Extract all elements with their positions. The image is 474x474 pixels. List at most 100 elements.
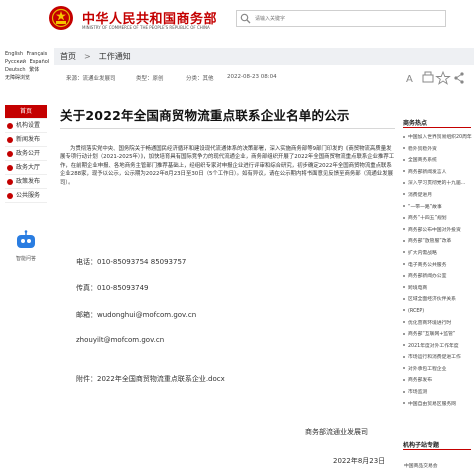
page: 中华人民共和国商务部 MINISTRY OF COMMERCE OF THE P… — [0, 0, 474, 474]
share-icon[interactable] — [454, 72, 464, 84]
hot-topic-label: 市场运行和消费促进工作 — [408, 355, 461, 361]
site-subtitle-en: MINISTRY OF COMMERCE OF THE PEOPLE'S REP… — [82, 25, 210, 30]
hot-topic-item[interactable]: 市场运行和消费促进工作 — [403, 352, 473, 364]
nav-label: 新闻发布 — [16, 135, 41, 143]
hot-topic-item[interactable]: 扩大内需战略 — [403, 248, 473, 260]
search-box[interactable] — [236, 10, 446, 27]
nav-organization[interactable]: 机构设置 — [5, 119, 47, 133]
meta-date: 2022-08-23 08:04 — [227, 74, 277, 80]
hot-topic-item[interactable]: 深入学习贯彻党的十九届... — [403, 178, 473, 190]
search-icon[interactable] — [240, 13, 251, 24]
hot-topic-item[interactable]: 跨境电商 — [403, 283, 473, 295]
hot-topic-label: 市场监测 — [408, 390, 428, 396]
bullet-icon — [403, 390, 405, 393]
breadcrumb: 首页 > 工作通知 — [54, 48, 474, 65]
hot-topic-item[interactable]: 消费促进月 — [403, 190, 473, 202]
font-size-icon[interactable]: A — [406, 74, 413, 85]
national-emblem-icon[interactable] — [48, 5, 74, 31]
smart-qa-label[interactable]: 智能问答 — [8, 255, 44, 262]
attachment-line: 附件：2022年全国商贸物流重点联系企业.docx — [76, 374, 225, 384]
hot-topic-item[interactable]: 商务部新闻办公室 — [403, 271, 473, 283]
print-icon[interactable] — [422, 71, 434, 83]
sub-sites-title: 机构子站专题 — [403, 442, 440, 449]
nav-policy[interactable]: 政策发布 — [5, 175, 47, 189]
breadcrumb-home[interactable]: 首页 — [60, 52, 76, 61]
hot-topic-item[interactable]: 2021年度对外工作年度 — [403, 341, 473, 353]
bullet-icon — [403, 181, 405, 184]
hot-topic-item[interactable]: 商务部发布 — [403, 375, 473, 387]
nav-label: 机构设置 — [16, 121, 41, 129]
nav-news[interactable]: 新闻发布 — [5, 133, 47, 147]
nav-label: 首页 — [19, 107, 32, 115]
accessibility-link[interactable]: 无障碍浏览 — [5, 74, 30, 82]
hot-topic-item[interactable]: 优化营商环境进行时 — [403, 318, 473, 330]
lang-russian[interactable]: Русский — [5, 58, 26, 66]
lang-traditional[interactable]: 繁体 — [29, 66, 39, 74]
hot-topic-label: 扩大内需战略 — [408, 250, 437, 256]
hot-topic-item[interactable]: (RCEP) — [403, 306, 473, 318]
fax-label: 传真： — [76, 284, 97, 292]
meta-source: 来源：流通业发展司 — [66, 76, 116, 82]
star-icon[interactable] — [435, 70, 451, 85]
hot-topic-item[interactable]: 对外承包工程企业 — [403, 364, 473, 376]
nav-dot-icon — [7, 122, 13, 129]
sub-site-item[interactable]: 中国商品交易会 — [404, 462, 438, 469]
right-sidebar: 商务热点 中国加入世界贸易组织20周年 稳外贸稳外资 全国商务系统 商务部新闻发言人深… — [399, 100, 474, 474]
hot-topic-item[interactable]: 商务部“互联网+监管” — [403, 329, 473, 341]
hot-topic-item[interactable]: “一带一路”故事 — [403, 202, 473, 214]
hot-topic-label: 消费促进月 — [408, 192, 432, 198]
bullet-icon — [403, 158, 405, 161]
svg-text:A: A — [406, 74, 413, 85]
sign-date: 2022年8月23日 — [333, 457, 386, 465]
bullet-icon — [403, 216, 405, 219]
hot-topic-label: 商务部新闻办公室 — [408, 274, 447, 280]
search-input[interactable] — [255, 11, 435, 26]
hot-topic-label: 商务部公布中国对外投资 — [408, 227, 461, 233]
hot-topic-label: “一带一路”故事 — [408, 204, 442, 210]
bullet-icon — [403, 274, 405, 277]
robot-icon[interactable] — [12, 230, 40, 252]
hot-topic-item[interactable]: 中国加入世界贸易组织20周年 — [403, 132, 473, 144]
lang-german[interactable]: Deutsch — [5, 66, 26, 74]
hot-topic-item[interactable]: 稳外贸稳外资 — [403, 144, 473, 156]
hot-topic-label: 稳外贸稳外资 — [408, 146, 437, 152]
lang-french[interactable]: Français — [27, 50, 48, 58]
bullet-icon — [403, 205, 405, 208]
attachment-link[interactable]: 2022年全国商贸物流重点联系企业.docx — [97, 375, 225, 383]
hot-topic-item[interactable]: 电子商务公共服务 — [403, 260, 473, 272]
hot-topic-item[interactable]: 商务部“放管服”改革 — [403, 236, 473, 248]
hot-topic-item[interactable]: 区域全面经济伙伴关系 — [403, 294, 473, 306]
nav-home[interactable]: 首页 — [5, 105, 47, 119]
hot-topic-item[interactable]: 全国商务系统 — [403, 155, 473, 167]
nav-dot-icon — [7, 150, 13, 157]
hot-topic-label: 优化营商环境进行时 — [408, 320, 452, 326]
hot-topic-item[interactable]: 商务部公布中国对外投资 — [403, 225, 473, 237]
bullet-icon — [403, 402, 405, 405]
lang-spanish[interactable]: Español — [30, 58, 50, 66]
hot-topic-item[interactable]: 市场监测 — [403, 387, 473, 399]
nav-government-affairs[interactable]: 政务公开 — [5, 147, 47, 161]
nav-service-hall[interactable]: 政务大厅 — [5, 161, 47, 175]
lang-english[interactable]: English — [5, 50, 23, 58]
breadcrumb-current[interactable]: 工作通知 — [99, 52, 131, 61]
bullet-icon — [403, 135, 405, 138]
bullet-icon — [403, 309, 405, 312]
hot-topic-item[interactable]: 商务部新闻发言人 — [403, 167, 473, 179]
hot-topic-label: 电子商务公共服务 — [408, 262, 447, 268]
hot-topic-label: 商务部“放管服”改革 — [408, 239, 452, 245]
hot-topic-item[interactable]: 中国自由贸易区服务网 — [403, 399, 473, 411]
nav-public-service[interactable]: 公共服务 — [5, 189, 47, 203]
hot-topic-item[interactable]: 商务“十四五”规划 — [403, 213, 473, 225]
nav-label: 政策发布 — [16, 177, 41, 185]
email-link-1[interactable]: wudonghui@mofcom.gov.cn — [97, 311, 196, 319]
bullet-icon — [403, 332, 405, 335]
attachment-label: 附件： — [76, 375, 97, 383]
signer: 商务部流通业发展司 — [305, 428, 368, 436]
article-title: 关于2022年全国商贸物流重点联系企业名单的公示 — [60, 108, 350, 123]
sub-sites-underline — [403, 449, 471, 450]
meta-classification: 分类：其他 — [186, 76, 214, 82]
email-line: 邮箱：wudonghui@mofcom.gov.cn — [76, 310, 196, 320]
nav-dot-icon — [7, 192, 13, 199]
email-link-2[interactable]: zhouyilt@mofcom.gov.cn — [76, 336, 164, 344]
article-body: 为贯彻落实党中央、国务院关于畅通国民经济循环和建设现代流通体系的决策部署，深入实… — [60, 145, 395, 187]
